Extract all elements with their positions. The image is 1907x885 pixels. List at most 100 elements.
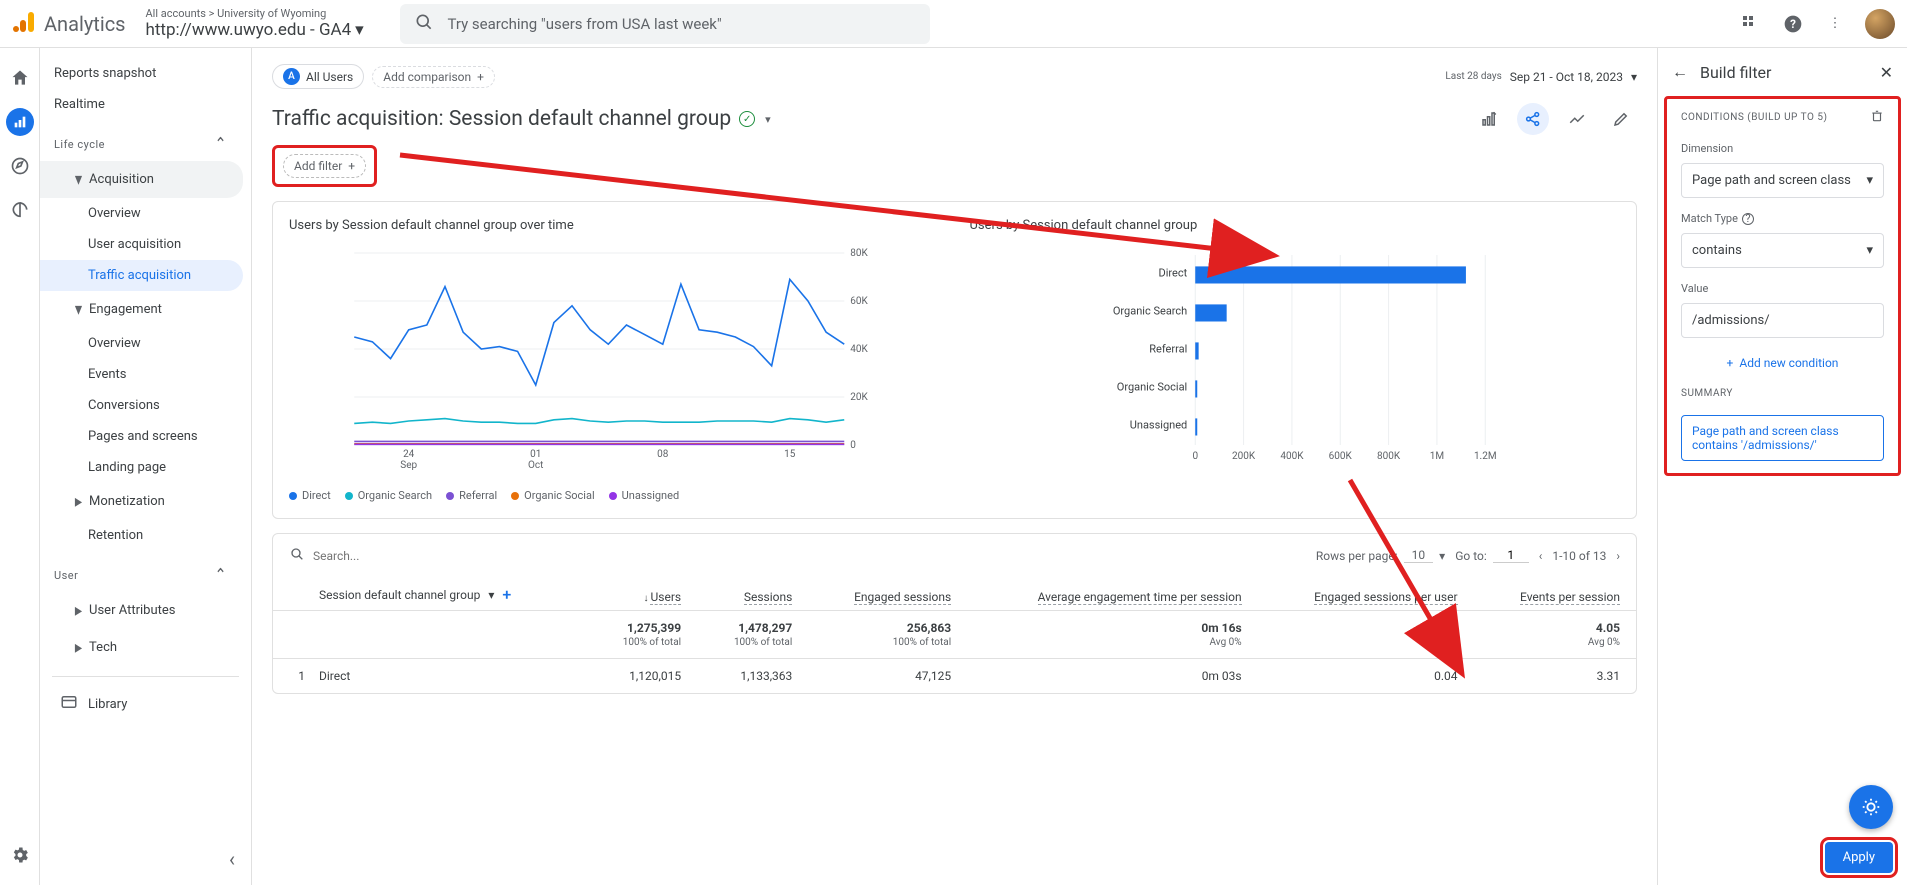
account-picker[interactable]: All accounts > University of Wyoming htt… — [138, 3, 388, 45]
explore-icon[interactable] — [8, 154, 32, 178]
back-arrow-icon[interactable]: ← — [1672, 62, 1688, 82]
nav-tech[interactable]: ▸Tech — [40, 629, 243, 666]
match-type-select[interactable]: contains▾ — [1681, 233, 1884, 268]
nav-eng-landing[interactable]: Landing page — [40, 452, 243, 483]
value-input[interactable]: /admissions/ — [1681, 303, 1884, 338]
nav-acq-traffic[interactable]: Traffic acquisition — [40, 260, 243, 291]
rows-per-page[interactable]: Rows per page: 10▾ — [1316, 548, 1445, 563]
delete-condition-icon[interactable] — [1870, 109, 1884, 126]
add-dimension-icon[interactable]: + — [502, 585, 511, 604]
insights-fab-icon[interactable] — [1849, 785, 1893, 829]
chevron-down-icon: ▾ — [75, 299, 82, 320]
table-search-input[interactable] — [313, 549, 1306, 563]
help-icon[interactable]: ? — [1781, 12, 1805, 36]
search-icon — [414, 12, 434, 36]
logo[interactable]: Analytics — [12, 9, 126, 39]
nav-monetization[interactable]: ▸Monetization — [40, 483, 243, 520]
dropdown-icon: ▾ — [1439, 549, 1445, 563]
add-condition-button[interactable]: +Add new condition — [1681, 346, 1884, 380]
user-avatar[interactable] — [1865, 9, 1895, 39]
collapse-nav-icon[interactable]: ‹ — [229, 847, 235, 871]
nav-engagement[interactable]: ▾Engagement — [40, 291, 243, 328]
report-content: AAll Users Add comparison + Last 28 days… — [252, 48, 1657, 885]
goto-input[interactable] — [1493, 548, 1529, 563]
add-filter-chip[interactable]: Add filter + — [283, 154, 366, 178]
chevron-down-icon: ▾ — [75, 169, 82, 190]
chevron-down-icon: ▾ — [1631, 70, 1637, 84]
nav-reports-snapshot[interactable]: Reports snapshot — [40, 58, 243, 89]
col-eng-per-user[interactable]: Engaged sessions per user — [1258, 575, 1474, 611]
apps-icon[interactable] — [1739, 12, 1763, 36]
go-to-page[interactable]: Go to: — [1455, 548, 1529, 563]
chevron-up-icon: ⌃ — [215, 565, 227, 586]
search-icon — [289, 546, 305, 565]
svg-text:0: 0 — [1192, 451, 1198, 462]
nav-acquisition[interactable]: ▾Acquisition — [40, 161, 243, 198]
nav-eng-events[interactable]: Events — [40, 359, 243, 390]
nav-eng-conversions[interactable]: Conversions — [40, 390, 243, 421]
top-right-tools: ? ⋮ — [1739, 9, 1895, 39]
col-events-per[interactable]: Events per session — [1474, 575, 1636, 611]
nav-section-lifecycle[interactable]: Life cycle⌃ — [40, 120, 243, 161]
nav-retention[interactable]: Retention — [40, 520, 243, 551]
prev-page-icon[interactable]: ‹ — [1539, 549, 1543, 563]
svg-text:01: 01 — [530, 449, 541, 460]
col-engaged[interactable]: Engaged sessions — [808, 575, 967, 611]
topbar: Analytics All accounts > University of W… — [0, 0, 1907, 48]
nav-library[interactable]: Library — [40, 683, 251, 725]
svg-text:08: 08 — [657, 449, 669, 460]
side-nav: Reports snapshot Realtime Life cycle⌃ ▾A… — [40, 48, 252, 885]
account-property: http://www.uwyo.edu - GA4 — [146, 20, 352, 40]
svg-text:0: 0 — [850, 440, 856, 451]
nav-eng-overview[interactable]: Overview — [40, 328, 243, 359]
insights-icon[interactable] — [1561, 103, 1593, 135]
verified-check-icon: ✓ — [739, 111, 755, 127]
filter-panel-title: Build filter — [1700, 63, 1771, 82]
next-page-icon[interactable]: › — [1616, 549, 1620, 563]
nav-eng-pages[interactable]: Pages and screens — [40, 421, 243, 452]
filter-summary: Page path and screen class contains '/ad… — [1681, 415, 1884, 461]
svg-text:24: 24 — [403, 449, 415, 460]
reports-icon[interactable] — [6, 108, 34, 136]
col-sessions[interactable]: Sessions — [697, 575, 808, 611]
home-icon[interactable] — [8, 66, 32, 90]
admin-gear-icon[interactable] — [8, 843, 32, 867]
svg-text:1.2M: 1.2M — [1473, 451, 1496, 462]
icon-rail — [0, 48, 40, 885]
customize-report-icon[interactable] — [1473, 103, 1505, 135]
svg-text:60K: 60K — [850, 296, 868, 307]
nav-acq-overview[interactable]: Overview — [40, 198, 243, 229]
advertising-icon[interactable] — [8, 196, 32, 220]
plus-icon: + — [477, 70, 484, 84]
search-bar[interactable]: Try searching "users from USA last week" — [400, 4, 930, 44]
close-icon[interactable]: ✕ — [1880, 63, 1893, 82]
svg-text:Unassigned: Unassigned — [1129, 418, 1187, 431]
apply-button[interactable]: Apply — [1825, 842, 1893, 873]
col-avg-time[interactable]: Average engagement time per session — [967, 575, 1257, 611]
edit-pencil-icon[interactable] — [1605, 103, 1637, 135]
table-search[interactable] — [289, 546, 1306, 565]
nav-acq-user[interactable]: User acquisition — [40, 229, 243, 260]
dimension-dropdown-icon[interactable]: ▾ — [488, 588, 494, 602]
report-title: Traffic acquisition: Session default cha… — [272, 107, 731, 131]
more-vert-icon[interactable]: ⋮ — [1823, 12, 1847, 36]
all-users-chip[interactable]: AAll Users — [272, 64, 364, 89]
svg-text:Referral: Referral — [1149, 342, 1187, 355]
nav-section-user[interactable]: User⌃ — [40, 551, 243, 592]
add-filter-annotation: Add filter + — [272, 145, 377, 187]
dimension-header[interactable]: Session default channel group — [319, 588, 480, 602]
date-range-picker[interactable]: Last 28 days Sep 21 - Oct 18, 2023 ▾ — [1445, 70, 1637, 84]
nav-user-attributes[interactable]: ▸User Attributes — [40, 592, 243, 629]
library-icon — [60, 693, 78, 715]
share-icon[interactable] — [1517, 103, 1549, 135]
dimension-select[interactable]: Page path and screen class▾ — [1681, 163, 1884, 198]
table-row[interactable]: 1Direct 1,120,015 1,133,363 47,125 0m 03… — [273, 659, 1636, 694]
totals-row: 1,275,399100% of total 1,478,297100% of … — [273, 611, 1636, 659]
title-dropdown-icon[interactable]: ▾ — [765, 113, 771, 126]
help-icon[interactable]: ? — [1742, 213, 1754, 225]
nav-realtime[interactable]: Realtime — [40, 89, 243, 120]
col-users[interactable]: ↓Users — [586, 575, 697, 611]
add-comparison-chip[interactable]: Add comparison + — [372, 66, 495, 88]
conditions-group-annotation: CONDITIONS (BUILD UP TO 5) Dimension Pag… — [1664, 96, 1901, 476]
legend-direct: Direct — [289, 489, 331, 502]
